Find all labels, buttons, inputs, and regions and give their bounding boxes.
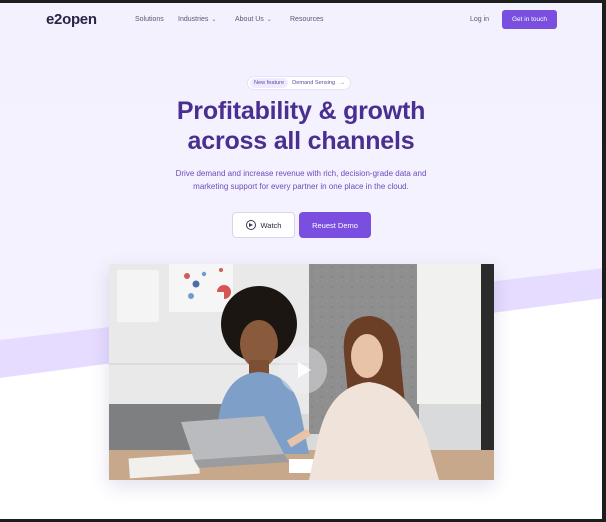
top-navigation: e2open Solutions Industries ⌄ About Us ⌄…	[0, 3, 602, 37]
page-title: Profitability & growth across all channe…	[0, 96, 602, 156]
arrow-right-icon: →	[339, 80, 346, 86]
get-in-touch-button[interactable]: Get in touch	[502, 10, 557, 29]
request-demo-button[interactable]: Reuest Demo	[299, 212, 371, 238]
nav-item-label: About Us	[235, 16, 264, 23]
play-icon[interactable]	[279, 346, 327, 394]
subtitle-line-1: Drive demand and increase revenue with r…	[175, 169, 427, 178]
title-line-2: across all channels	[187, 127, 415, 155]
hero-subtitle: Drive demand and increase revenue with r…	[150, 168, 452, 193]
title-line-1: Profitability & growth	[176, 97, 426, 125]
chevron-down-icon: ⌄	[266, 17, 272, 23]
logo[interactable]: e2open	[46, 11, 97, 28]
login-link[interactable]: Log in	[470, 16, 489, 23]
watch-label: Watch	[260, 220, 282, 230]
badge-text: Demand Sensing	[292, 80, 336, 86]
watch-button[interactable]: Watch	[232, 212, 295, 238]
feature-badge[interactable]: New feature Demand Sensing →	[247, 76, 352, 90]
window-frame-top	[0, 0, 606, 3]
play-circle-icon	[245, 220, 256, 230]
chevron-down-icon: ⌄	[211, 17, 217, 23]
hero-video[interactable]	[109, 264, 494, 480]
badge-pill: New feature	[250, 78, 289, 88]
window-frame-right	[602, 0, 606, 522]
subtitle-line-2: marketing support for every partner in o…	[193, 181, 409, 191]
nav-item-label: Industries	[178, 16, 209, 23]
nav-item-label: Resources	[290, 16, 324, 23]
nav-item-solutions[interactable]: Solutions	[135, 16, 164, 23]
nav-item-label: Solutions	[135, 16, 164, 23]
nav-item-about-us[interactable]: About Us ⌄	[235, 16, 272, 23]
nav-item-resources[interactable]: Resources	[290, 16, 323, 23]
nav-item-industries[interactable]: Industries ⌄	[178, 16, 216, 23]
